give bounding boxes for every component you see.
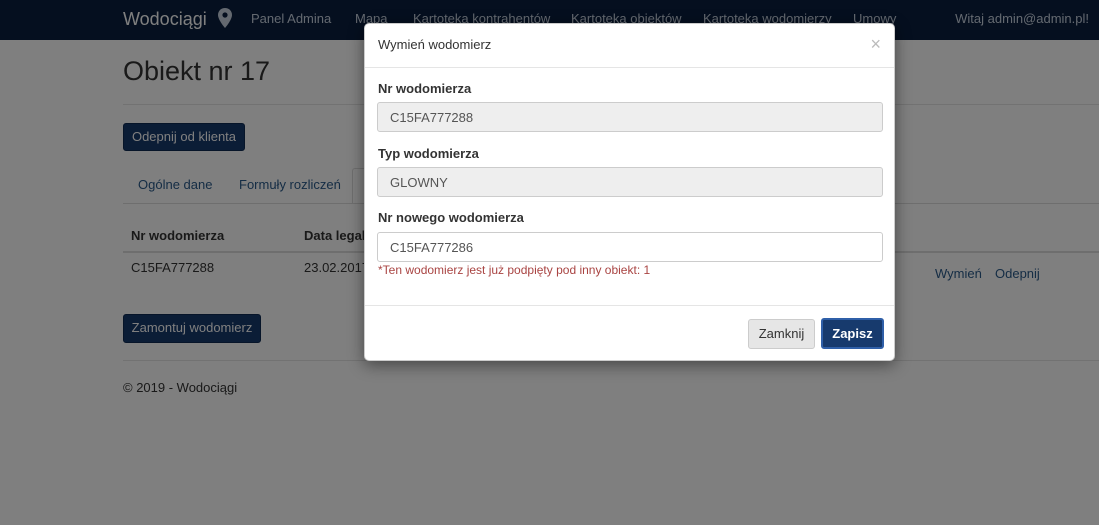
close-icon[interactable]: × xyxy=(870,35,881,53)
replace-meter-modal: Wymień wodomierz × Nr wodomierza Typ wod… xyxy=(364,23,895,361)
modal-header: Wymień wodomierz × xyxy=(365,24,894,68)
new-meter-number-input[interactable] xyxy=(377,232,883,262)
validation-error: *Ten wodomierz jest już podpięty pod inn… xyxy=(378,263,651,277)
meter-number-label: Nr wodomierza xyxy=(378,81,472,96)
meter-type-label: Typ wodomierza xyxy=(378,146,479,161)
meter-type-field[interactable] xyxy=(377,167,883,197)
save-button[interactable]: Zapisz xyxy=(821,318,884,349)
meter-number-field[interactable] xyxy=(377,102,883,132)
modal-footer-divider xyxy=(365,305,894,306)
new-meter-number-label: Nr nowego wodomierza xyxy=(378,210,524,225)
modal-title: Wymień wodomierz xyxy=(378,37,492,52)
close-button[interactable]: Zamknij xyxy=(748,319,815,349)
